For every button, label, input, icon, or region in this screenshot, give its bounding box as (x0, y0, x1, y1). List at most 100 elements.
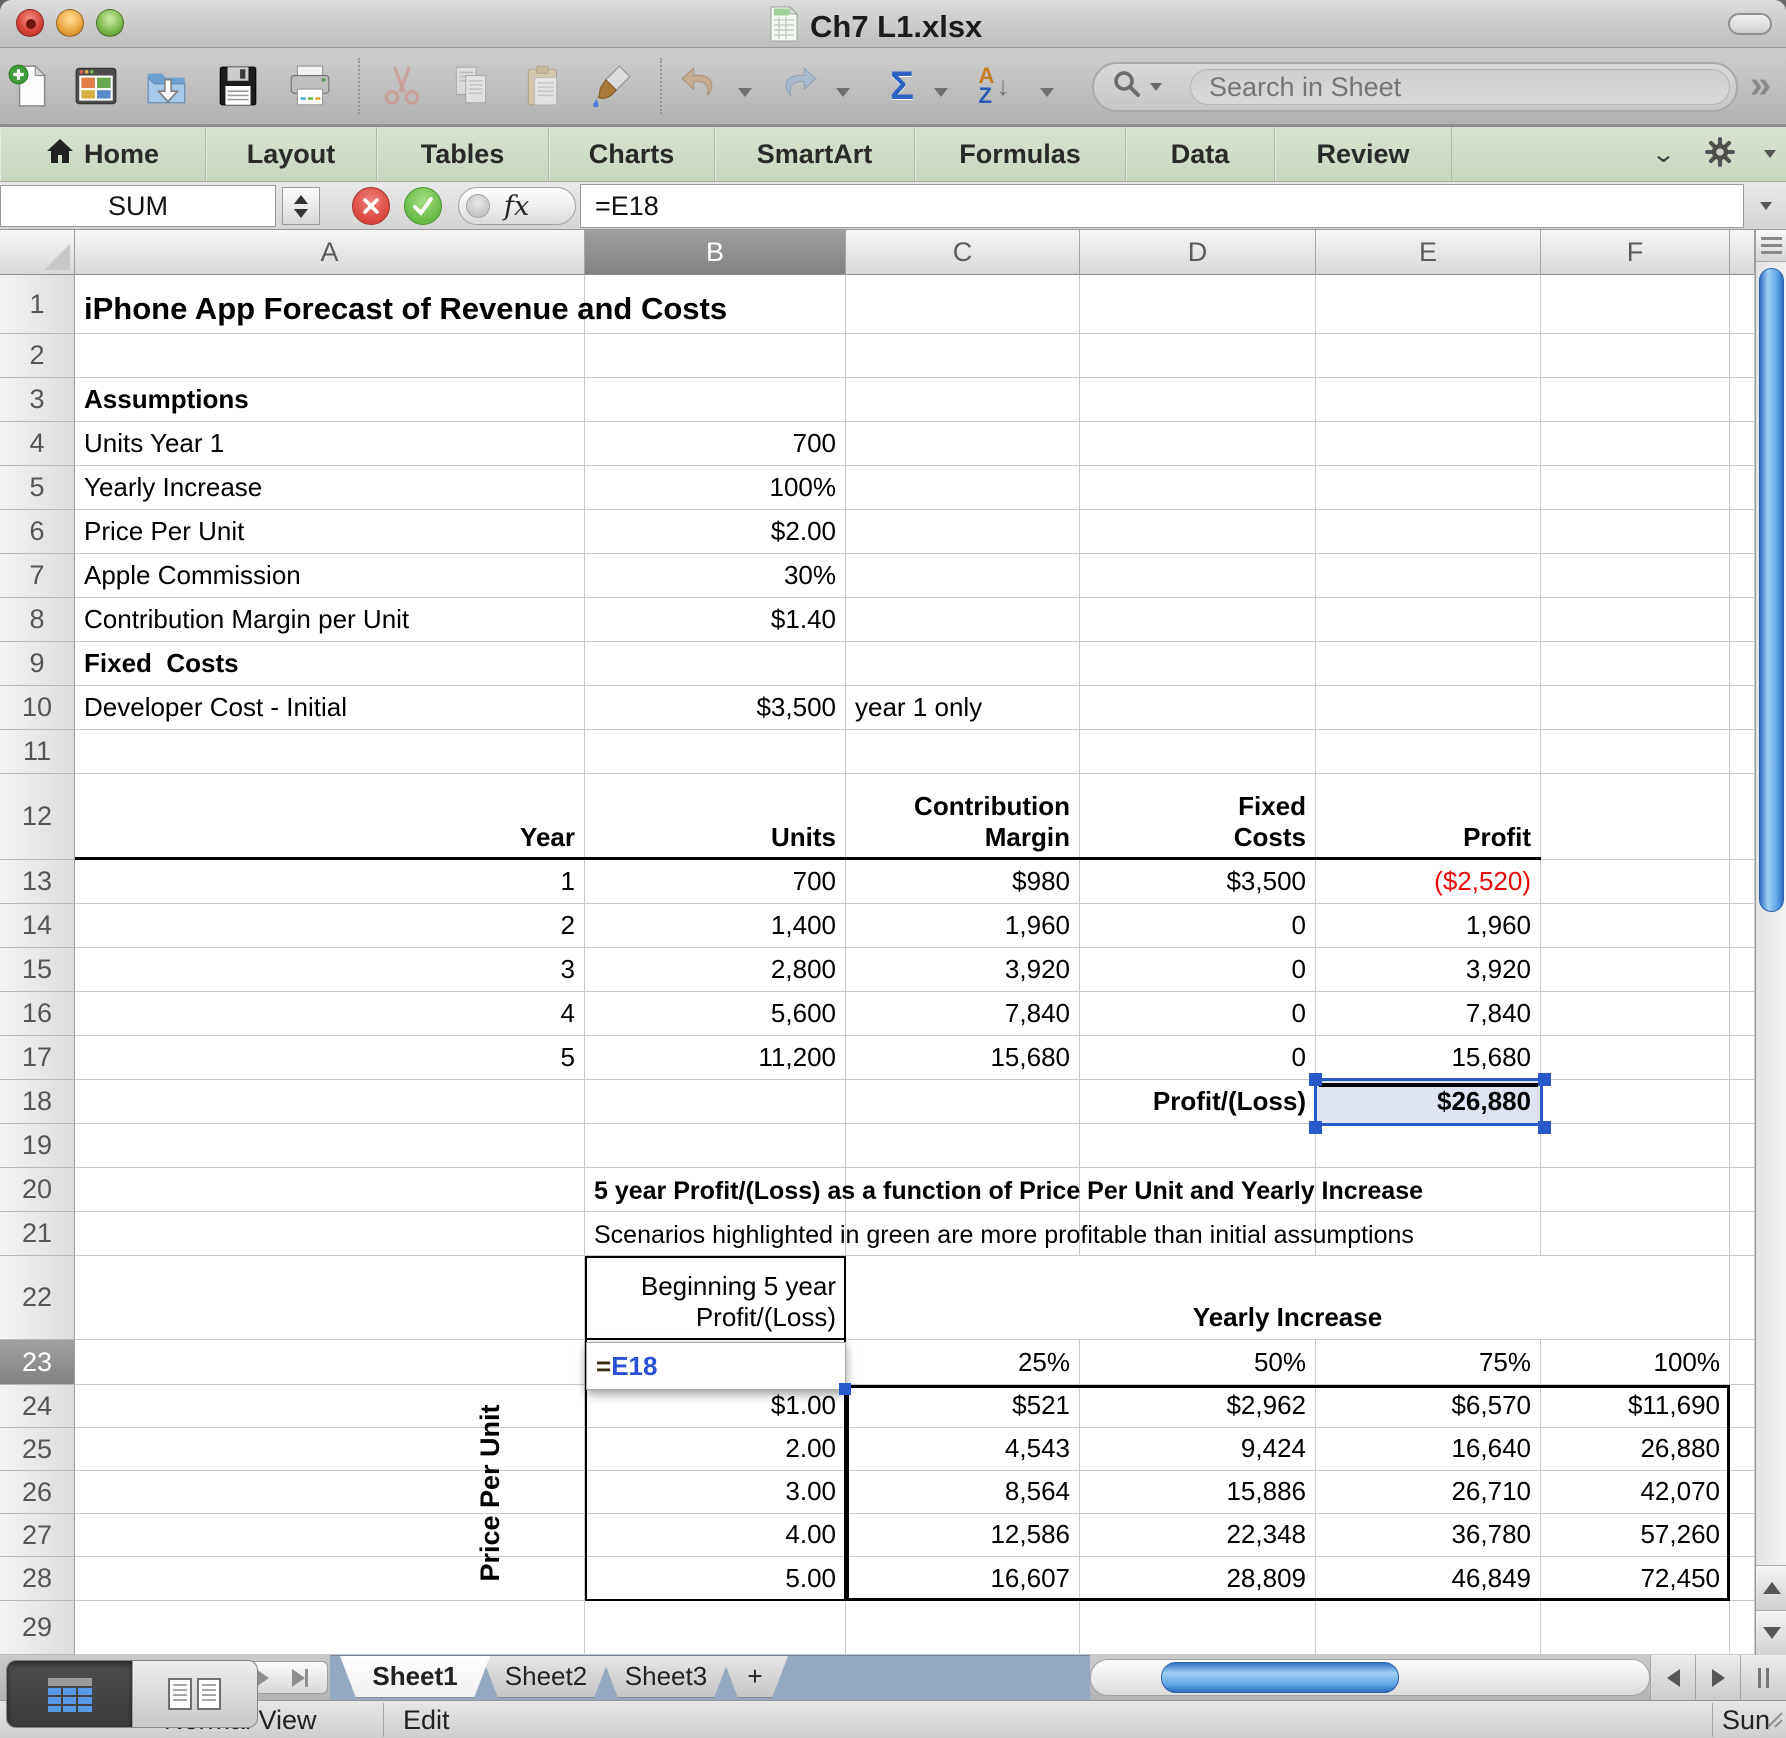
row-header-20[interactable]: 20 (0, 1168, 75, 1212)
cell-B11[interactable] (585, 730, 846, 774)
cell-D23[interactable]: 50% (1080, 1340, 1316, 1385)
cell-F11[interactable] (1541, 730, 1730, 774)
cell-E19[interactable] (1316, 1124, 1541, 1168)
cell-D13[interactable]: $3,500 (1080, 860, 1316, 904)
cell-B4[interactable]: 700 (585, 422, 846, 466)
gear-dropdown-arrow[interactable] (1764, 150, 1776, 158)
cell-C24[interactable]: $521 (846, 1385, 1080, 1428)
sort-dropdown-arrow[interactable] (1040, 88, 1054, 97)
cell-G1[interactable] (1730, 275, 1755, 334)
minimize-window-button[interactable] (56, 9, 84, 37)
toolbar-toggle-lozenge[interactable] (1728, 13, 1772, 35)
cell-B3[interactable] (585, 378, 846, 422)
cell-B19[interactable] (585, 1124, 846, 1168)
row-header-2[interactable]: 2 (0, 334, 75, 378)
cell-A1[interactable]: iPhone App Forecast of Revenue and Costs (75, 275, 727, 334)
cell-G17[interactable] (1730, 1036, 1755, 1080)
cell-G12[interactable] (1730, 774, 1755, 860)
cell-C26[interactable]: 8,564 (846, 1471, 1080, 1514)
name-box-stepper[interactable] (282, 187, 320, 225)
cell-A2[interactable] (75, 334, 585, 378)
cell-G16[interactable] (1730, 992, 1755, 1036)
scroll-left-button[interactable] (1650, 1655, 1695, 1700)
cell-A5[interactable]: Yearly Increase (75, 466, 585, 510)
cell-F16[interactable] (1541, 992, 1730, 1036)
cell-A15[interactable]: 3 (75, 948, 585, 992)
cell-F26[interactable]: 42,070 (1541, 1471, 1730, 1514)
cell-D27[interactable]: 22,348 (1080, 1514, 1316, 1557)
row-header-26[interactable]: 26 (0, 1471, 75, 1514)
autosum-dropdown-arrow[interactable] (934, 88, 948, 97)
cell-G3[interactable] (1730, 378, 1755, 422)
row-header-27[interactable]: 27 (0, 1514, 75, 1557)
cell-C22[interactable]: Yearly Increase (846, 1256, 1730, 1340)
cell-D29[interactable] (1080, 1601, 1316, 1655)
cell-C13[interactable]: $980 (846, 860, 1080, 904)
cell-F23[interactable]: 100% (1541, 1340, 1730, 1385)
row-header-24[interactable]: 24 (0, 1385, 75, 1428)
cell-E1[interactable] (1316, 275, 1541, 334)
scroll-right-button[interactable] (1695, 1655, 1740, 1700)
cell-D12[interactable]: Fixed Costs (1080, 774, 1316, 860)
row-header-4[interactable]: 4 (0, 422, 75, 466)
cell-E29[interactable] (1316, 1601, 1541, 1655)
cell-F2[interactable] (1541, 334, 1730, 378)
cell-E15[interactable]: 3,920 (1316, 948, 1541, 992)
close-window-button[interactable] (16, 9, 44, 37)
cell-E2[interactable] (1316, 334, 1541, 378)
cell-G7[interactable] (1730, 554, 1755, 598)
cell-G4[interactable] (1730, 422, 1755, 466)
cell-A7[interactable]: Apple Commission (75, 554, 585, 598)
cell-C15[interactable]: 3,920 (846, 948, 1080, 992)
cell-B15[interactable]: 2,800 (585, 948, 846, 992)
search-scope-dropdown[interactable] (1150, 83, 1162, 91)
column-header-G[interactable] (1730, 230, 1755, 275)
formula-input[interactable]: =E18 (580, 184, 1744, 228)
cell-E12[interactable]: Profit (1316, 774, 1541, 860)
cell-C29[interactable] (846, 1601, 1080, 1655)
cell-A11[interactable] (75, 730, 585, 774)
cell-F27[interactable]: 57,260 (1541, 1514, 1730, 1557)
cell-G15[interactable] (1730, 948, 1755, 992)
new-document-button[interactable] (6, 62, 54, 110)
gear-icon[interactable] (1702, 134, 1738, 175)
tab-home[interactable]: Home (0, 127, 206, 181)
cell-C14[interactable]: 1,960 (846, 904, 1080, 948)
cell-F15[interactable] (1541, 948, 1730, 992)
open-button[interactable] (144, 62, 192, 110)
cell-A12[interactable]: Year (75, 774, 585, 860)
cell-E10[interactable] (1316, 686, 1541, 730)
cell-E11[interactable] (1316, 730, 1541, 774)
cell-E5[interactable] (1316, 466, 1541, 510)
row-header-29[interactable]: 29 (0, 1601, 75, 1655)
cell-A6[interactable]: Price Per Unit (75, 510, 585, 554)
cell-A8[interactable]: Contribution Margin per Unit (75, 598, 585, 642)
cell-D18[interactable]: Profit/(Loss) (1080, 1080, 1316, 1124)
cell-C18[interactable] (846, 1080, 1080, 1124)
row-header-8[interactable]: 8 (0, 598, 75, 642)
row-header-14[interactable]: 14 (0, 904, 75, 948)
cell-E28[interactable]: 46,849 (1316, 1557, 1541, 1601)
formula-bar-dropdown[interactable] (1746, 184, 1786, 228)
fill-handle[interactable] (839, 1383, 851, 1395)
cell-C5[interactable] (846, 466, 1080, 510)
row-header-25[interactable]: 25 (0, 1428, 75, 1471)
row-header-6[interactable]: 6 (0, 510, 75, 554)
cell-E27[interactable]: 36,780 (1316, 1514, 1541, 1557)
cell-C16[interactable]: 7,840 (846, 992, 1080, 1036)
cell-D1[interactable] (1080, 275, 1316, 334)
cell-G18[interactable] (1730, 1080, 1755, 1124)
cell-A22[interactable] (75, 1256, 585, 1340)
column-header-D[interactable]: D (1080, 230, 1316, 275)
cell-G23[interactable] (1730, 1340, 1755, 1385)
redo-button[interactable] (772, 62, 820, 110)
cell-D19[interactable] (1080, 1124, 1316, 1168)
page-layout-view-button[interactable] (132, 1661, 257, 1727)
cell-D3[interactable] (1080, 378, 1316, 422)
cell-F5[interactable] (1541, 466, 1730, 510)
cell-D24[interactable]: $2,962 (1080, 1385, 1316, 1428)
tab-tables[interactable]: Tables (377, 127, 549, 181)
cell-G27[interactable] (1730, 1514, 1755, 1557)
cell-C2[interactable] (846, 334, 1080, 378)
cell-C4[interactable] (846, 422, 1080, 466)
